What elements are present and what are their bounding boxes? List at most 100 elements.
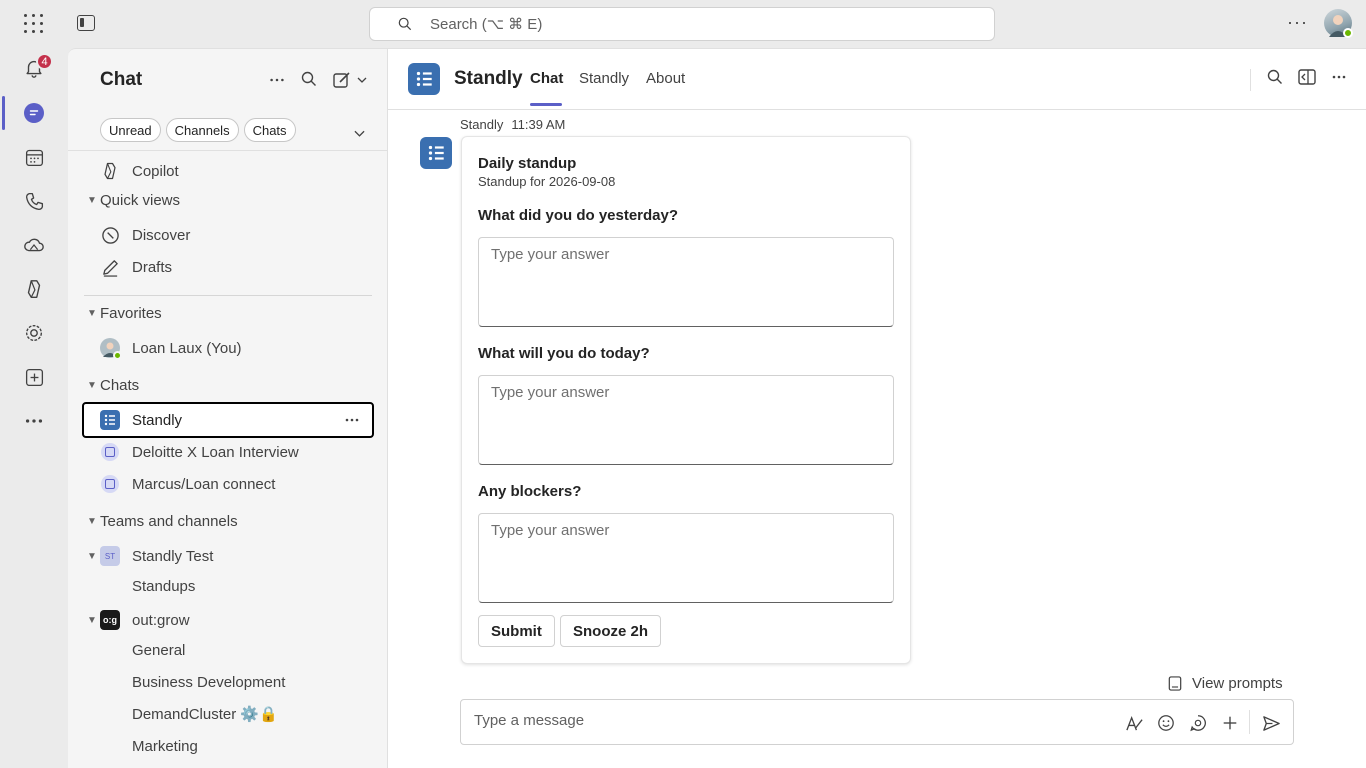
answer-blockers-input[interactable]: [478, 513, 894, 603]
chevron-down-icon: ▼: [87, 380, 97, 391]
more-options-icon[interactable]: ···: [1287, 12, 1308, 33]
search-icon[interactable]: [301, 71, 317, 92]
chevron-down-icon: ▼: [87, 550, 97, 562]
calls-icon[interactable]: [20, 187, 48, 215]
more-options-icon[interactable]: [1331, 69, 1347, 90]
copilot-icon: [100, 161, 120, 181]
section-quick-views[interactable]: ▼ Quick views: [84, 192, 180, 209]
chat-item-standly[interactable]: Standly: [100, 406, 182, 434]
search-icon[interactable]: [1267, 69, 1283, 90]
sidebar-toggle-icon[interactable]: [77, 15, 95, 31]
chevron-down-icon: ▼: [87, 614, 97, 626]
tab-chat[interactable]: Chat: [530, 70, 563, 87]
app-launcher-icon[interactable]: [24, 14, 44, 34]
apps-settings-icon[interactable]: [20, 319, 48, 347]
divider: [1249, 710, 1250, 734]
sidebar-item-label: DemandCluster ⚙️🔒: [132, 706, 278, 723]
channel-item-standups[interactable]: Standups: [132, 572, 195, 600]
discover-icon: [100, 225, 120, 245]
prompts-icon: [1168, 676, 1182, 691]
sidebar-item-label: Deloitte X Loan Interview: [132, 443, 299, 461]
new-chat-icon[interactable]: [333, 71, 369, 94]
sidebar-item-drafts[interactable]: Drafts: [100, 253, 172, 281]
section-label: Teams and channels: [100, 513, 238, 530]
sidebar-item-copilot[interactable]: Copilot: [100, 157, 179, 185]
chat-item-marcus[interactable]: Marcus/Loan connect: [100, 470, 275, 498]
more-options-icon[interactable]: [268, 71, 286, 94]
filter-unread[interactable]: Unread: [100, 118, 161, 142]
filter-pills: Unread Channels Chats: [100, 118, 296, 142]
attach-plus-icon[interactable]: [1219, 712, 1241, 734]
snooze-button[interactable]: Snooze 2h: [560, 615, 662, 647]
presence-available-icon: [1343, 28, 1353, 38]
sidebar-item-me[interactable]: Loan Laux (You): [100, 334, 242, 362]
channel-item-business-development[interactable]: Business Development: [132, 668, 285, 696]
channel-item-general[interactable]: General: [132, 636, 185, 664]
copilot-icon[interactable]: [20, 275, 48, 303]
loop-icon[interactable]: [1187, 712, 1209, 734]
send-icon[interactable]: [1260, 712, 1282, 734]
team-item-standly-test[interactable]: ▼ ST Standly Test: [84, 542, 213, 570]
channel-item-demandcluster[interactable]: DemandCluster ⚙️🔒: [132, 700, 278, 728]
section-label: Favorites: [100, 305, 162, 322]
calendar-icon[interactable]: [20, 143, 48, 171]
filter-channels[interactable]: Channels: [165, 118, 239, 142]
emoji-icon[interactable]: [1155, 712, 1177, 734]
team-avatar: o:g: [100, 610, 120, 630]
filter-chats[interactable]: Chats: [243, 118, 296, 142]
drafts-icon: [100, 257, 120, 277]
view-prompts-label: View prompts: [1192, 675, 1283, 692]
sidebar-item-label: Copilot: [132, 162, 179, 180]
search-box[interactable]: [369, 7, 995, 41]
add-apps-icon[interactable]: [20, 363, 48, 391]
view-prompts-button[interactable]: View prompts: [1168, 675, 1283, 692]
message-input[interactable]: [474, 712, 1074, 729]
sidebar-item-label: out:grow: [132, 611, 190, 629]
team-item-outgrow[interactable]: ▼ o:g out:grow: [84, 606, 190, 634]
sidebar-item-label: Standly Test: [132, 547, 214, 565]
team-avatar: ST: [100, 546, 120, 566]
search-input[interactable]: [430, 15, 930, 33]
chat-header: Standly Chat Standly About: [388, 49, 1366, 110]
section-chats[interactable]: ▼ Chats: [84, 377, 139, 394]
submit-button[interactable]: Submit: [478, 615, 555, 647]
answer-yesterday-input[interactable]: [478, 237, 894, 327]
chat-item-deloitte[interactable]: Deloitte X Loan Interview: [100, 438, 299, 466]
chevron-down-icon[interactable]: [354, 125, 365, 143]
pop-out-icon[interactable]: [1298, 69, 1316, 90]
standup-card: Daily standup Standup for 2026-09-08 Wha…: [461, 136, 911, 664]
sidebar-item-label: Business Development: [132, 673, 286, 691]
section-teams-channels[interactable]: ▼ Teams and channels: [84, 513, 238, 530]
sidebar-item-label: Drafts: [132, 258, 173, 276]
chat-main-pane: Standly Chat Standly About Standly 11:39 …: [388, 48, 1366, 768]
title-bar: ···: [0, 0, 1366, 48]
question-today: What will you do today?: [478, 345, 650, 362]
message-sender: Standly: [460, 117, 504, 132]
pane-title: Chat: [100, 69, 143, 90]
app-rail: 4: [0, 48, 68, 768]
question-yesterday: What did you do yesterday?: [478, 207, 679, 224]
meeting-chat-icon: [100, 474, 120, 494]
tab-standly[interactable]: Standly: [579, 70, 629, 87]
profile-avatar[interactable]: [1324, 9, 1353, 38]
search-icon: [398, 17, 412, 31]
sidebar-item-discover[interactable]: Discover: [100, 221, 190, 249]
format-icon[interactable]: [1123, 712, 1145, 734]
chat-icon[interactable]: [20, 99, 48, 127]
section-favorites[interactable]: ▼ Favorites: [84, 305, 162, 322]
more-apps-icon[interactable]: [20, 407, 48, 435]
sidebar-item-label: Marcus/Loan connect: [132, 475, 276, 493]
divider: [1250, 69, 1251, 91]
onedrive-icon[interactable]: [20, 231, 48, 259]
compose-box[interactable]: [460, 699, 1294, 745]
channel-item-marketing[interactable]: Marketing: [132, 732, 198, 760]
chevron-down-icon: ▼: [87, 308, 97, 319]
question-blockers: Any blockers?: [478, 483, 582, 500]
message-meta: Standly 11:39 AM: [460, 117, 573, 132]
section-label: Chats: [100, 377, 140, 394]
chat-more-options-icon[interactable]: [344, 412, 360, 433]
meeting-chat-icon: [100, 442, 120, 462]
presence-available-icon: [113, 351, 122, 360]
answer-today-input[interactable]: [478, 375, 894, 465]
tab-about[interactable]: About: [646, 70, 685, 87]
